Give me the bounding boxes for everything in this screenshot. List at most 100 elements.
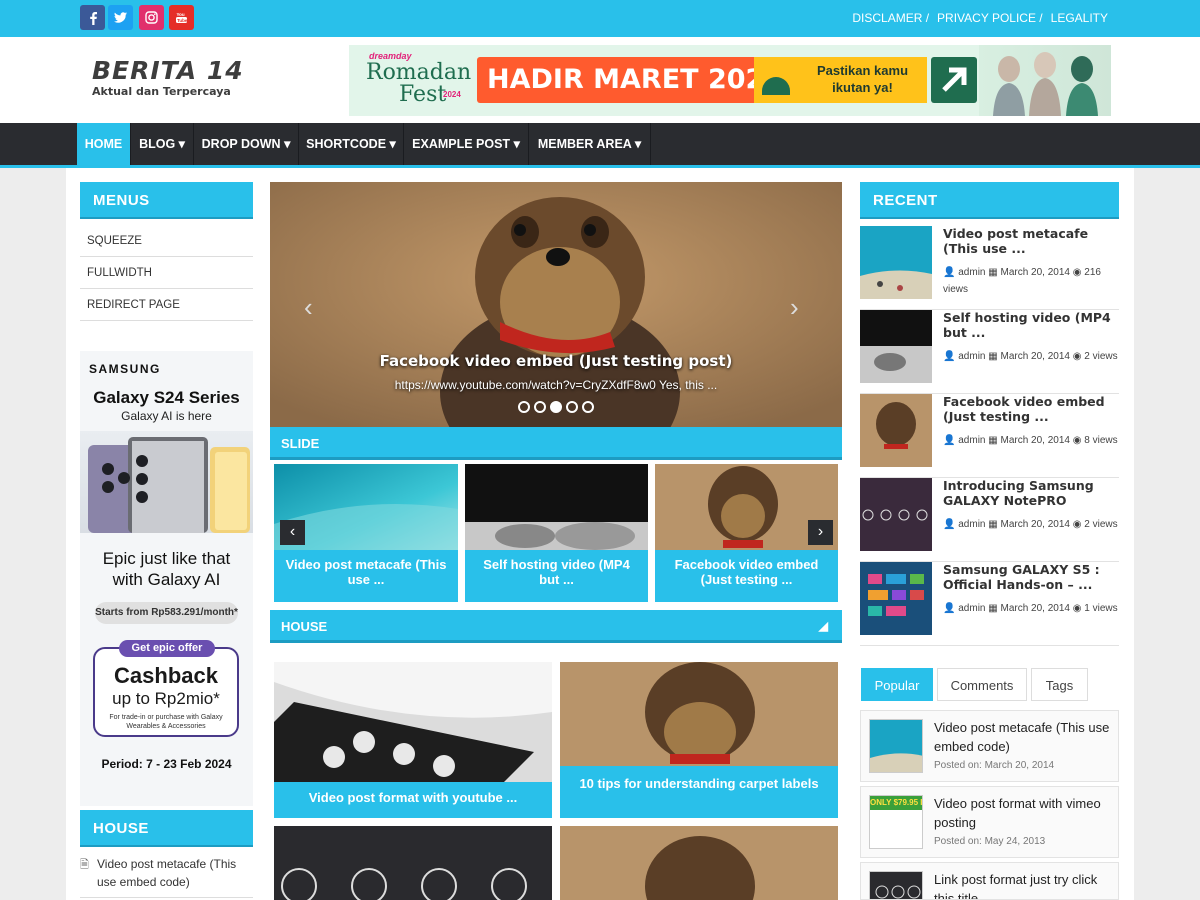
recent-post-meta: 👤 admin ▦ March 20, 2014 ◉ 2 views — [943, 351, 1118, 362]
caret-down-icon: ▾ — [634, 137, 642, 151]
disclaimer-link[interactable]: DISCLAMER / — [852, 11, 929, 25]
nav-home[interactable]: HOME — [77, 123, 131, 165]
slider-dot[interactable] — [566, 401, 578, 413]
calendar-icon: ▦ — [988, 603, 998, 614]
recent-post-title[interactable]: Facebook video embed (Just testing ... — [943, 394, 1119, 424]
recent-post-meta: 👤 admin ▦ March 20, 2014 ◉ 1 views — [943, 603, 1118, 614]
house-card[interactable]: 10 tips for understanding carpet labels — [560, 662, 838, 818]
ad-product: Galaxy S24 Series — [93, 388, 240, 407]
popular-post[interactable]: Video post metacafe (This use embed code… — [860, 710, 1119, 782]
facebook-icon[interactable] — [80, 5, 105, 30]
menu-item-redirect[interactable]: REDIRECT PAGE — [80, 289, 253, 321]
popular-post[interactable]: ONLY $79.95 INSTANT ACCESS Video post fo… — [860, 786, 1119, 858]
calendar-icon: ▦ — [988, 267, 998, 278]
instagram-icon[interactable] — [139, 5, 164, 30]
slider-prev-icon[interactable]: ‹ — [304, 292, 313, 323]
ad-price-button[interactable]: Starts from Rp583.291/month* — [95, 602, 238, 624]
popular-post-thumb — [869, 871, 923, 899]
slider-dot[interactable] — [550, 401, 562, 413]
banner-models-image — [979, 45, 1111, 116]
carousel-prev-icon[interactable]: ‹ — [280, 520, 305, 545]
recent-post-meta: 👤 admin ▦ March 20, 2014 ◉ 8 views — [943, 435, 1118, 446]
recent-post-title[interactable]: Samsung GALAXY S5 : Official Hands-on – … — [943, 562, 1119, 592]
youtube-icon[interactable]: You Tube — [169, 5, 194, 30]
popular-post-title[interactable]: Video post format with vimeo posting — [934, 794, 1116, 832]
tab-tags[interactable]: Tags — [1031, 668, 1088, 701]
slider-dot[interactable] — [518, 401, 530, 413]
house-card[interactable]: Video post format with youtube ... — [274, 662, 552, 818]
nav-member-area[interactable]: MEMBER AREA ▾ — [529, 123, 651, 165]
recent-post[interactable]: Self hosting video (MP4 but ... 👤 admin … — [860, 310, 1119, 394]
ad-sub: Galaxy AI is here — [121, 409, 212, 423]
slide-card-caption: Self hosting video (MP4 but ... — [465, 550, 648, 602]
house-card-image — [274, 662, 552, 782]
privacy-policy-link[interactable]: PRIVACY POLICE / — [937, 11, 1043, 25]
site-logo[interactable]: BERITA 14 Aktual dan Terpercaya — [92, 56, 244, 99]
recent-post-thumb — [860, 394, 932, 467]
sidebar-ad[interactable]: SAMSUNG Galaxy S24 Series Galaxy AI is h… — [80, 351, 253, 806]
ad-offer-tag: Get epic offer — [119, 640, 215, 657]
eye-icon: ◉ — [1072, 435, 1082, 446]
ad-phones-image — [80, 431, 253, 533]
banner-brand: Romadan — [366, 60, 472, 85]
slider-title[interactable]: Facebook video embed (Just testing post) — [270, 352, 842, 370]
left-sidebar-menus: MENUS SQUEEZE FULLWIDTH REDIRECT PAGE — [80, 182, 253, 321]
house-card[interactable] — [274, 826, 552, 900]
logo-subtitle: Aktual dan Terpercaya — [92, 85, 231, 98]
nav-shortcode[interactable]: SHORTCODE ▾ — [299, 123, 404, 165]
recent-post-title[interactable]: Self hosting video (MP4 but ... — [943, 310, 1119, 340]
recent-post-meta: 👤 admin ▦ March 20, 2014 ◉ 216 views — [943, 267, 1101, 295]
carousel-next-icon[interactable]: › — [808, 520, 833, 545]
nav-blog[interactable]: BLOG ▾ — [131, 123, 194, 165]
slider-dots — [518, 401, 594, 413]
house-card-image — [274, 826, 552, 900]
document-icon: 🗎 — [80, 859, 89, 871]
popular-post-thumb — [869, 719, 923, 773]
recent-post[interactable]: Introducing Samsung GALAXY NotePRO 👤 adm… — [860, 478, 1119, 562]
popular-post-thumb: ONLY $79.95 INSTANT ACCESS — [869, 795, 923, 849]
slide-card[interactable]: Self hosting video (MP4 but ... — [465, 464, 648, 602]
recent-post-thumb — [860, 310, 932, 383]
header-ad-banner[interactable]: dreamday Romadan Fest 2024 HADIR MARET 2… — [349, 45, 1111, 116]
user-icon: 👤 — [943, 351, 956, 362]
eye-icon: ◉ — [1072, 519, 1082, 530]
tab-comments[interactable]: Comments — [937, 668, 1027, 701]
ad-terms: For trade-in or purchase with Galaxy Wea… — [109, 714, 223, 730]
menus-title: MENUS — [80, 182, 253, 219]
recent-post-title[interactable]: Introducing Samsung GALAXY NotePRO — [943, 478, 1119, 508]
nav-example-post[interactable]: EXAMPLE POST ▾ — [404, 123, 529, 165]
banner-year: 2024 — [443, 90, 461, 99]
tab-popular[interactable]: Popular — [861, 668, 933, 701]
menu-item-fullwidth[interactable]: FULLWIDTH — [80, 257, 253, 289]
recent-post-title[interactable]: Video post metacafe (This use ... — [943, 226, 1119, 256]
slider-dot[interactable] — [534, 401, 546, 413]
legality-link[interactable]: LEGALITY — [1051, 11, 1108, 25]
calendar-icon: ▦ — [988, 351, 998, 362]
nav-drop-down[interactable]: DROP DOWN ▾ — [194, 123, 299, 165]
house-card-caption: Video post format with youtube ... — [274, 782, 552, 818]
popular-post[interactable]: Link post format just try click this tit… — [860, 862, 1119, 900]
eye-icon: ◉ — [1072, 267, 1082, 278]
popular-post-title[interactable]: Link post format just try click this tit… — [934, 870, 1116, 899]
recent-title: RECENT — [860, 182, 1119, 219]
user-icon: 👤 — [943, 519, 956, 530]
caret-down-icon: ▾ — [389, 137, 396, 151]
rss-icon[interactable]: ◢ — [819, 610, 828, 643]
ad-cashback: Cashback — [114, 663, 218, 688]
recent-post[interactable]: Video post metacafe (This use ... 👤 admi… — [860, 226, 1119, 310]
svg-text:Tube: Tube — [177, 18, 188, 23]
house-card[interactable] — [560, 826, 838, 900]
house-list-item[interactable]: 🗎 Video post metacafe (This use embed co… — [80, 847, 253, 898]
ad-cashback-box: Get epic offer Cashback up to Rp2mio* Fo… — [93, 640, 239, 737]
menu-item-squeeze[interactable]: SQUEEZE — [80, 225, 253, 257]
logo-title: BERITA 14 — [92, 56, 244, 85]
popular-post-title[interactable]: Video post metacafe (This use embed code… — [934, 718, 1116, 756]
recent-post[interactable]: Facebook video embed (Just testing ... 👤… — [860, 394, 1119, 478]
ad-headline: Epic just like that with Galaxy AI — [102, 549, 231, 589]
site-header: BERITA 14 Aktual dan Terpercaya dreamday… — [0, 37, 1200, 123]
twitter-icon[interactable] — [108, 5, 133, 30]
recent-post[interactable]: Samsung GALAXY S5 : Official Hands-on – … — [860, 562, 1119, 646]
featured-slider[interactable]: ‹ › Facebook video embed (Just testing p… — [270, 182, 842, 427]
slider-next-icon[interactable]: › — [790, 292, 799, 323]
slider-dot[interactable] — [582, 401, 594, 413]
